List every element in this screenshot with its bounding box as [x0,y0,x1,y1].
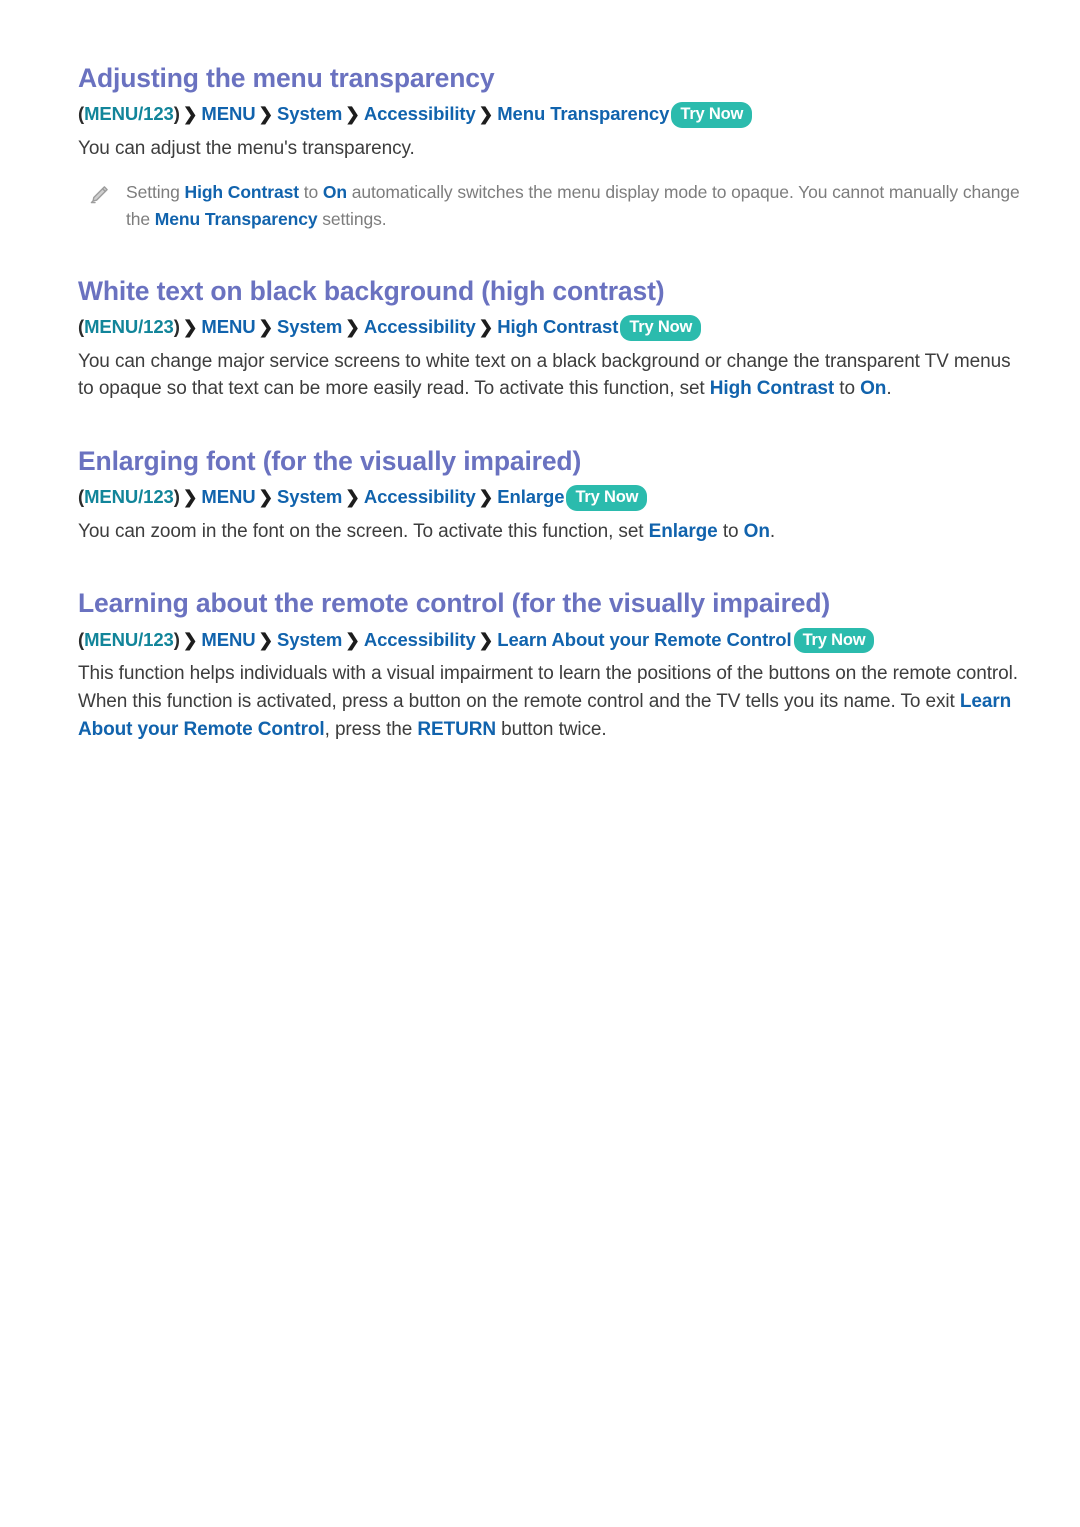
section-menu-transparency: Adjusting the menu transparency (MENU/12… [78,62,1020,233]
chevron-right-icon: ❯ [478,629,494,650]
body-emphasis-enlarge: Enlarge [648,520,718,542]
section-high-contrast: White text on black background (high con… [78,275,1020,403]
try-now-badge[interactable]: Try Now [620,315,702,341]
breadcrumb-close-paren: ) [173,628,180,650]
body-emphasis-return: RETURN [417,718,496,740]
body-text-3: button twice. [495,718,607,740]
breadcrumb: (MENU/123) ❯ MENU ❯ System ❯ Accessibility ❯ Lea… [78,626,1020,655]
page-title: Adjusting the menu transparency [78,63,495,93]
page-title: Enlarging font (for the visually impaire… [78,445,582,476]
breadcrumb: (MENU/123) ❯ MENU ❯ System ❯ Accessibility ❯ Enl… [78,483,1020,512]
breadcrumb: (MENU/123) ❯ MENU ❯ System ❯ Accessibility ❯ Hig… [78,313,1020,342]
breadcrumb-item-system[interactable]: System [277,629,342,650]
breadcrumb: (MENU/123) ❯ MENU ❯ System ❯ Accessibility ❯ Men… [78,100,1020,129]
chevron-right-icon: ❯ [258,104,274,125]
breadcrumb-menu-key[interactable]: MENU/123 [84,629,174,650]
pencil-icon [88,184,110,206]
note-text-2: to [298,181,323,202]
chevron-right-icon: ❯ [258,487,274,508]
note-emphasis-menu-transparency: Menu Transparency [154,208,318,229]
chevron-right-icon: ❯ [182,317,198,338]
breadcrumb-item-target[interactable]: Enlarge [497,486,564,507]
breadcrumb-item-accessibility[interactable]: Accessibility [364,316,476,337]
breadcrumb-item-menu[interactable]: MENU [201,486,255,507]
note-emphasis-high-contrast: High Contrast [184,181,299,202]
chevron-right-icon: ❯ [345,629,360,650]
body-text-3: . [886,378,892,400]
body-text-1: This function helps individuals with a v… [78,663,1018,712]
body-text-3: . [769,520,776,542]
chevron-right-icon: ❯ [345,104,360,125]
chevron-right-icon: ❯ [258,629,274,650]
breadcrumb-item-target[interactable]: High Contrast [497,316,618,337]
chevron-right-icon: ❯ [182,629,198,650]
note-callout: Setting High Contrast to On automaticall… [78,179,1020,233]
breadcrumb-item-accessibility[interactable]: Accessibility [364,629,476,650]
section-enlarge-font: Enlarging font (for the visually impaire… [78,445,1020,546]
body-text-1: You can zoom in the font on the screen. … [78,520,649,542]
breadcrumb-item-system[interactable]: System [277,103,342,124]
section-body: You can change major service screens to … [78,348,1020,403]
note-text: Setting High Contrast to On automaticall… [126,179,1020,233]
breadcrumb-close-paren: ) [173,103,180,125]
chevron-right-icon: ❯ [478,317,494,338]
note-emphasis-on: On [322,181,347,202]
page-title: Learning about the remote control (for t… [78,588,831,619]
breadcrumb-close-paren: ) [173,486,180,508]
note-text-4: settings. [317,208,387,229]
body-emphasis-on: On [743,520,770,542]
page-title: White text on black background (high con… [78,275,665,306]
body-text-2: , press the [324,718,418,740]
chevron-right-icon: ❯ [182,487,198,508]
section-body: This function helps individuals with a v… [78,660,1020,743]
try-now-badge[interactable]: Try Now [566,485,648,511]
breadcrumb-item-target[interactable]: Menu Transparency [497,103,669,124]
body-text-2: to [717,520,744,542]
document-page: Adjusting the menu transparency (MENU/12… [0,0,1080,1527]
chevron-right-icon: ❯ [478,487,494,508]
breadcrumb-item-menu[interactable]: MENU [201,316,255,337]
breadcrumb-item-system[interactable]: System [277,316,342,337]
breadcrumb-item-menu[interactable]: MENU [201,103,255,124]
breadcrumb-item-target[interactable]: Learn About your Remote Control [497,629,791,650]
body-text-2: to [834,378,861,400]
breadcrumb-item-menu[interactable]: MENU [201,629,255,650]
body-emphasis-on: On [860,378,887,400]
section-body: You can zoom in the font on the screen. … [78,518,1020,546]
breadcrumb-item-system[interactable]: System [277,486,342,507]
chevron-right-icon: ❯ [182,104,198,125]
body-emphasis-high-contrast: High Contrast [709,378,835,400]
breadcrumb-close-paren: ) [173,316,180,338]
section-learn-remote-control: Learning about the remote control (for t… [78,587,1020,743]
chevron-right-icon: ❯ [345,317,360,338]
chevron-right-icon: ❯ [345,487,360,508]
section-body: You can adjust the menu's transparency. [78,138,415,159]
chevron-right-icon: ❯ [258,317,274,338]
try-now-badge[interactable]: Try Now [671,102,753,128]
breadcrumb-item-accessibility[interactable]: Accessibility [364,103,476,124]
breadcrumb-menu-key[interactable]: MENU/123 [84,103,174,124]
chevron-right-icon: ❯ [478,104,494,125]
breadcrumb-menu-key[interactable]: MENU/123 [84,486,174,507]
breadcrumb-item-accessibility[interactable]: Accessibility [364,486,476,507]
try-now-badge[interactable]: Try Now [793,627,875,654]
note-text-1: Setting [126,181,185,202]
breadcrumb-menu-key[interactable]: MENU/123 [84,316,174,337]
